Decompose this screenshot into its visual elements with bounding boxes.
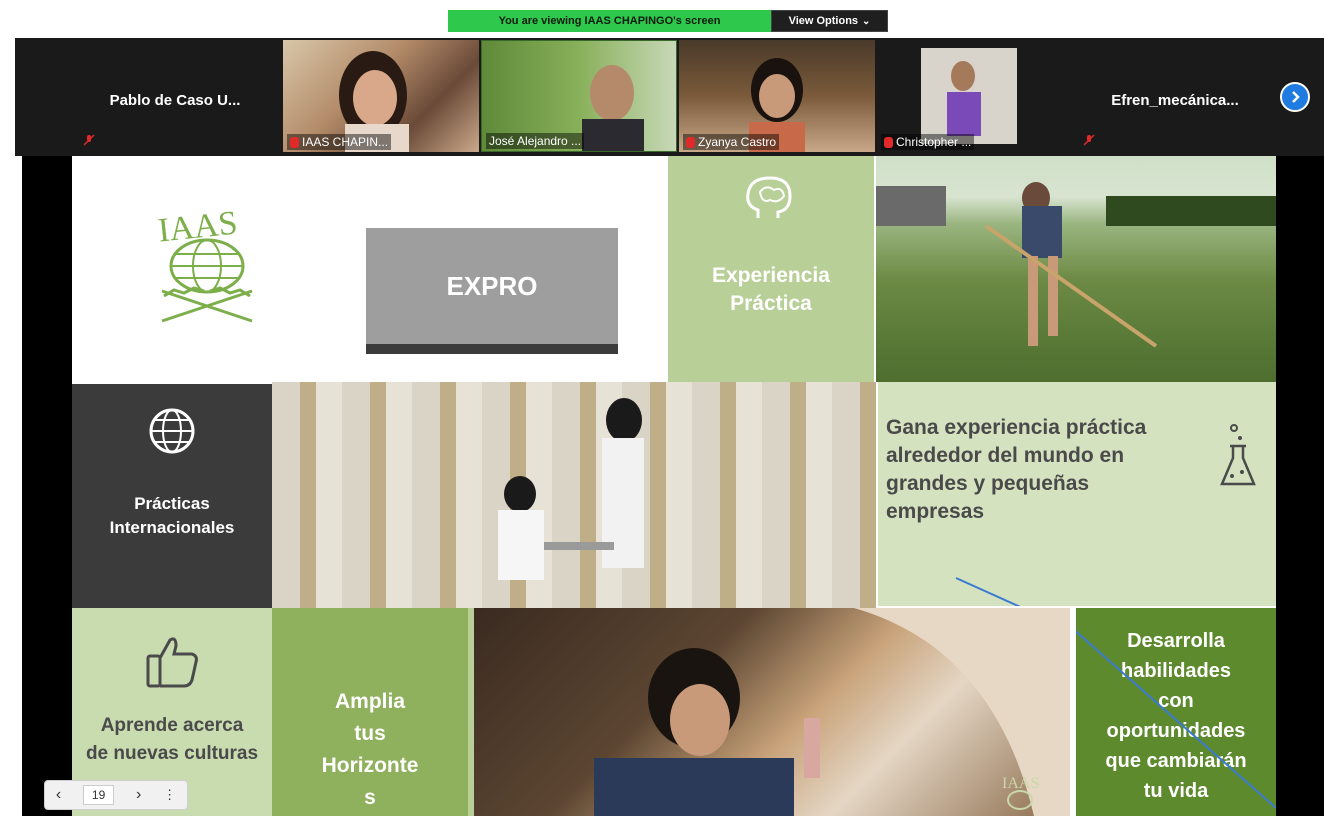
chevron-right-icon [1292,91,1300,103]
text-line: Internacionales [109,518,235,537]
mic-muted-icon [83,134,95,146]
pen-stroke [955,577,1021,606]
aprende-text: Aprende acerca de nuevas culturas [72,712,272,768]
page-number[interactable]: 19 [82,785,115,805]
shared-screen: IAAS EXPRO Experiencia Práctica Práctica… [22,156,1324,816]
amplia-text: Amplia tus Horizonte s [272,686,468,814]
view-options-button[interactable]: View Options ⌄ [771,10,888,32]
text-line: Aprende acerca [100,715,244,736]
screen-share-banner: You are viewing IAAS CHAPINGO's screen V… [448,10,888,32]
participant-strip: Pablo de Caso U... IAAS CHAPIN... José A… [15,38,1324,156]
lab-photo [272,382,876,608]
participant-tile[interactable]: Efren_mecánica... [1077,40,1273,152]
cow-photo: IAAS [474,608,1070,816]
mic-muted-icon [686,136,695,148]
brain-icon [746,176,792,218]
experiencia-cell: Experiencia Práctica [668,156,874,382]
participant-label: Christopher ... [881,134,975,150]
next-slide-button[interactable]: › [136,786,141,804]
text-line: Experiencia [712,264,830,287]
cow-photo-image: IAAS [594,608,1070,816]
participant-tile[interactable]: Christopher ... [877,40,1073,152]
prev-slide-button[interactable]: ‹ [56,786,61,804]
participant-tile[interactable]: IAAS CHAPIN... [283,40,479,152]
participant-name: Efren_mecánica... [1111,92,1239,109]
text-line: Prácticas [134,494,210,513]
viewing-screen-label: You are viewing IAAS CHAPINGO's screen [448,10,771,32]
pen-stroke [1076,630,1276,809]
logo-cell: IAAS [72,156,364,382]
more-options-icon[interactable]: ⋮ [163,787,176,803]
practicas-text: Prácticas Internacionales [72,492,272,540]
participant-tile[interactable]: José Alejandro ... [481,40,677,152]
thumbs-up-icon [146,637,198,688]
text-line: Amplia [334,690,405,713]
slide-pager: ‹ 19 › ⋮ [44,780,188,810]
text-line: de nuevas culturas [85,743,259,764]
globe-icon [149,408,195,454]
cow-logo-text: IAAS [1002,775,1039,792]
chevron-down-icon: ⌄ [862,15,871,27]
mic-muted-icon [290,136,299,148]
participant-tile[interactable]: Zyanya Castro [679,40,875,152]
title-cell: EXPRO [364,156,668,382]
lab-photo-image [498,398,644,580]
field-photo [876,156,1276,382]
mic-muted-icon [884,136,893,148]
text-line: Práctica [730,292,812,315]
participant-label: IAAS CHAPIN... [287,134,392,150]
experiencia-text: Experiencia Práctica [668,262,874,318]
amplia-cell: Amplia tus Horizonte s [272,608,468,816]
gana-cell: Gana experiencia práctica alrededor del … [878,382,1276,606]
participant-label: Zyanya Castro [683,134,780,150]
text-line: s [364,786,376,809]
text-line: Horizonte [321,754,419,777]
participant-name: Zyanya Castro [698,135,777,149]
presentation-slide: IAAS EXPRO Experiencia Práctica Práctica… [72,156,1276,816]
participant-label: José Alejandro ... [486,133,585,149]
text-line: tus [354,722,386,745]
iaas-logo-icon: IAAS [156,204,253,323]
participant-tile[interactable]: Pablo de Caso U... [77,40,273,152]
participant-name: Pablo de Caso U... [109,92,241,109]
title-box: EXPRO [366,228,618,354]
participant-name: IAAS CHAPIN... [302,135,389,149]
participant-name: Christopher ... [896,135,972,149]
mic-muted-icon [1083,134,1095,146]
desarrolla-cell: Desarrolla habilidades con oportunidades… [1076,608,1276,816]
participant-name: José Alejandro ... [489,134,582,148]
practicas-cell: Prácticas Internacionales [72,384,272,608]
field-photo-image [876,182,1276,348]
next-page-icon[interactable] [1280,82,1310,112]
slide-title: EXPRO [446,270,538,301]
view-options-label: View Options [788,15,859,27]
